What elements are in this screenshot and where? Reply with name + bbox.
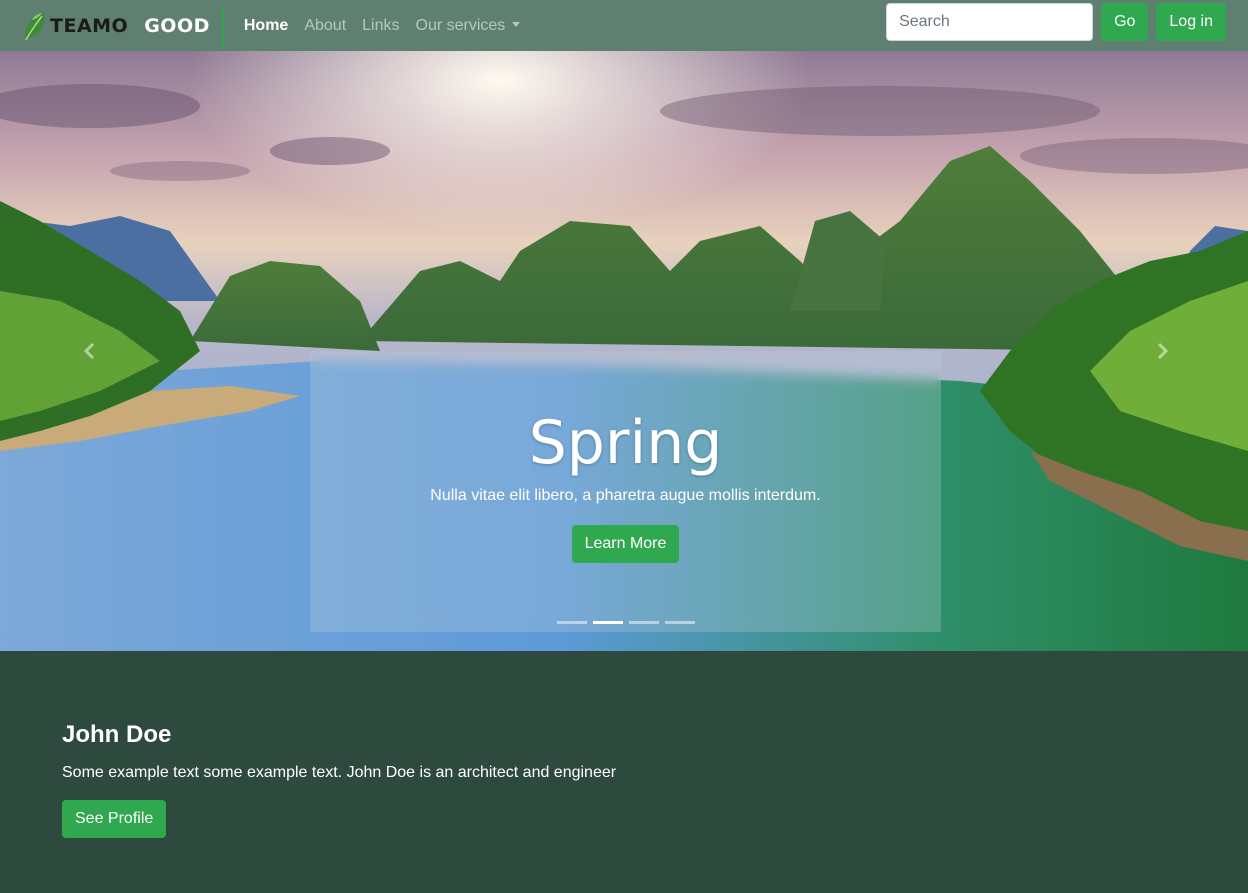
carousel-caption: Spring Nulla vitae elit libero, a pharet… (310, 351, 941, 632)
carousel-prev-chevron-left-icon[interactable] (80, 341, 100, 361)
learn-more-button[interactable]: Learn More (571, 525, 680, 563)
carousel-indicators (557, 621, 701, 624)
nav-dropdown-our-services[interactable]: Our services (408, 17, 529, 35)
leaf-logo-icon (25, 11, 45, 40)
nav-links: Home About Links Our services (236, 17, 528, 35)
brand[interactable]: TEAMO GOOD (22, 5, 224, 46)
carousel-indicator-2[interactable] (593, 621, 623, 624)
brand-good: GOOD (144, 14, 210, 37)
see-profile-button[interactable]: See Profile (62, 800, 167, 838)
carousel-next-chevron-right-icon[interactable] (1152, 341, 1172, 361)
brand-teamo: TEAMO (50, 14, 129, 37)
nav-link-home[interactable]: Home (236, 17, 296, 35)
caret-down-icon (512, 21, 521, 27)
carousel-indicator-4[interactable] (665, 621, 695, 624)
login-button[interactable]: Log in (1156, 3, 1226, 41)
caption-text: Nulla vitae elit libero, a pharetra augu… (430, 487, 821, 504)
nav-link-links[interactable]: Links (354, 17, 407, 35)
carousel-indicator-1[interactable] (557, 621, 587, 624)
nav-right: Go Log in (886, 3, 1226, 41)
go-button[interactable]: Go (1101, 3, 1149, 41)
caption-title: Spring (528, 408, 723, 478)
profile-description: Some example text some example text. Joh… (62, 764, 617, 781)
search-input[interactable] (886, 3, 1094, 41)
profile-section: John Doe Some example text some example … (0, 651, 1248, 893)
carousel: Spring Nulla vitae elit libero, a pharet… (0, 51, 1248, 651)
carousel-indicator-3[interactable] (629, 621, 659, 624)
nav-link-about[interactable]: About (296, 17, 354, 35)
nav-dropdown-label: Our services (415, 16, 506, 34)
profile-name: John Doe (62, 721, 172, 748)
navbar: TEAMO GOOD Home About Links Our services… (0, 0, 1248, 51)
